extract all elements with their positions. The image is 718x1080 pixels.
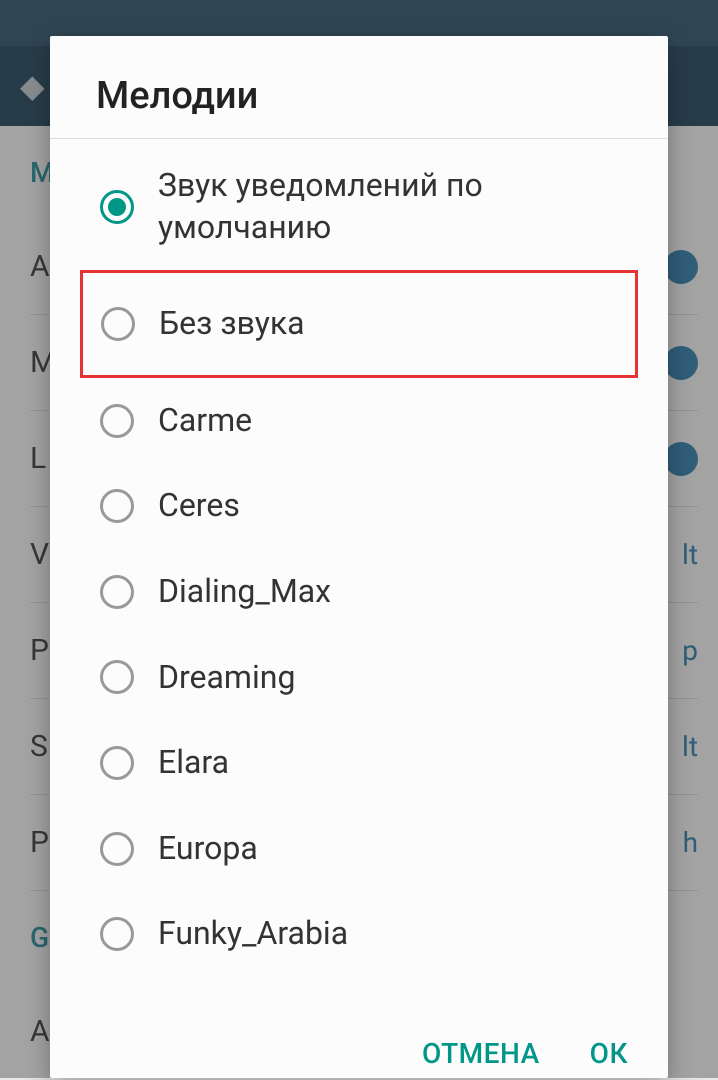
ringtone-label: Elara <box>158 742 229 784</box>
ringtone-option[interactable]: Без звука <box>80 270 638 378</box>
radio-icon <box>100 575 134 609</box>
radio-icon <box>100 489 134 523</box>
ringtone-option[interactable]: Europa <box>50 806 668 892</box>
ringtone-option[interactable]: Dialing_Max <box>50 549 668 635</box>
radio-icon <box>101 307 135 341</box>
ringtone-option[interactable]: Ceres <box>50 463 668 549</box>
ringtone-label: Funky_Arabia <box>158 913 348 955</box>
ringtone-label: Europa <box>158 828 258 870</box>
ringtone-dialog: Мелодии Звук уведомлений по умолчанию Без… <box>50 36 668 1078</box>
ok-button[interactable]: ОК <box>590 1037 628 1070</box>
ringtone-option[interactable]: Elara <box>50 720 668 806</box>
radio-icon <box>100 832 134 866</box>
radio-icon <box>100 404 134 438</box>
ringtone-label: Dialing_Max <box>158 571 331 613</box>
radio-icon <box>100 917 134 951</box>
ringtone-option[interactable]: Dreaming <box>50 635 668 721</box>
ringtone-label: Без звука <box>159 303 305 345</box>
ringtone-list[interactable]: Звук уведомлений по умолчанию Без звука Ca… <box>50 139 668 1017</box>
cancel-button[interactable]: ОТМЕНА <box>422 1037 540 1070</box>
ringtone-label: Dreaming <box>158 657 295 699</box>
ringtone-label: Carme <box>158 400 252 442</box>
radio-icon <box>100 746 134 780</box>
dialog-actions: ОТМЕНА ОК <box>50 1017 668 1078</box>
ringtone-label: Ceres <box>158 485 240 527</box>
dialog-title: Мелодии <box>50 36 668 139</box>
ringtone-option[interactable]: Звук уведомлений по умолчанию <box>50 143 668 270</box>
radio-icon <box>100 660 134 694</box>
ringtone-option[interactable]: Carme <box>50 378 668 464</box>
radio-icon <box>100 190 134 224</box>
ringtone-label: Звук уведомлений по умолчанию <box>158 165 648 248</box>
ringtone-option[interactable]: Funky_Arabia <box>50 891 668 977</box>
